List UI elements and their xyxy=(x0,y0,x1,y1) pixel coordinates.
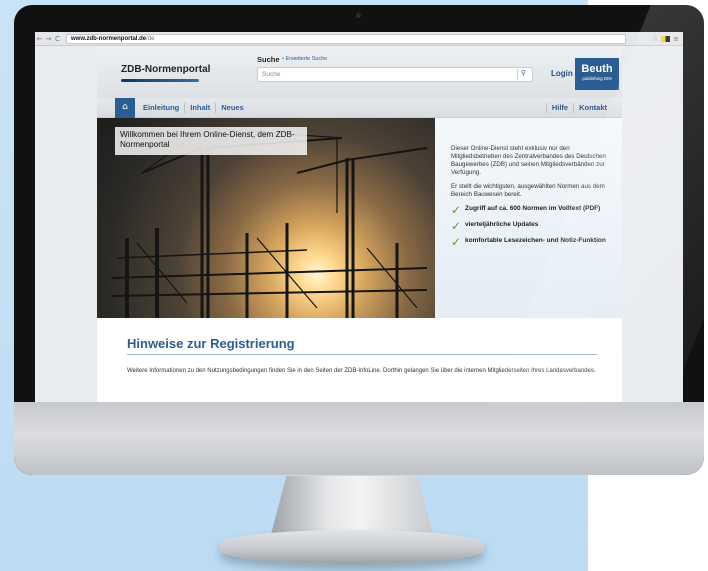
nav-right: Hilfe Kontakt xyxy=(545,102,612,113)
monitor-stand xyxy=(270,476,434,538)
site-header: ZDB-Normenportal Suche • Erweiterte Such… xyxy=(97,46,622,98)
registration-title: Hinweise zur Registrierung xyxy=(127,336,295,351)
check-icon: ✓ xyxy=(451,219,462,233)
home-icon[interactable]: ⌂ xyxy=(115,97,135,118)
feature-item: ✓ vierteljährliche Updates xyxy=(451,219,608,233)
search-icon[interactable]: ⚲ xyxy=(517,69,529,80)
feature-text: komfortable Lesezeichen- und Notiz-Funkt… xyxy=(465,237,606,244)
check-icon: ✓ xyxy=(451,203,462,217)
monitor-base xyxy=(220,530,484,564)
hero-paragraph-2: Er stellt die wichtigsten, ausgewählten … xyxy=(451,183,605,198)
bookmark-star-icon[interactable]: ☆ xyxy=(652,35,658,43)
construction-photo: Willkommen bei Ihrem Online-Dienst, dem … xyxy=(97,118,435,318)
url-path: /de xyxy=(146,35,155,42)
nav-item-einleitung[interactable]: Einleitung xyxy=(135,102,186,113)
feature-text: vierteljährliche Updates xyxy=(465,221,539,228)
hero-title: Willkommen bei Ihrem Online-Dienst, dem … xyxy=(115,127,307,155)
registration-text: Weitere Informationen zu den Nutzungsbed… xyxy=(127,368,596,374)
browser-menu-icon[interactable]: ≡ xyxy=(673,35,679,43)
camera-icon xyxy=(356,13,361,18)
hero-paragraph-1: Dieser Online-Dienst steht exklusiv nur … xyxy=(451,145,606,176)
screen: ← → C www.zdb-normenportal.de/de ☆ ≡ ZDB… xyxy=(35,32,683,402)
hero-info-panel: Dieser Online-Dienst steht exklusiv nur … xyxy=(435,118,622,318)
beuth-logo-sub: publishing DIN xyxy=(582,76,612,81)
beuth-logo[interactable]: Beuth publishing DIN xyxy=(575,58,619,90)
beuth-logo-name: Beuth xyxy=(581,63,613,75)
search-input[interactable]: Suche xyxy=(257,67,533,82)
nav-item-kontakt[interactable]: Kontakt xyxy=(574,103,612,113)
browser-toolbar: ← → C www.zdb-normenportal.de/de ☆ ≡ xyxy=(35,32,683,46)
reload-icon[interactable]: C xyxy=(53,35,62,43)
logo-underline xyxy=(121,79,199,82)
feature-item: ✓ Zugriff auf ca. 600 Normen im Volltext… xyxy=(451,203,608,217)
address-bar[interactable]: www.zdb-normenportal.de/de xyxy=(66,33,626,44)
url-host: www.zdb-normenportal.de xyxy=(71,35,147,42)
nav-item-inhalt[interactable]: Inhalt xyxy=(185,102,217,113)
feature-text: Zugriff auf ca. 600 Normen im Volltext (… xyxy=(465,205,601,212)
browser-icons: ☆ ≡ xyxy=(652,35,679,43)
advanced-search-link[interactable]: • Erweiterte Suche xyxy=(282,56,327,62)
feature-item: ✓ komfortable Lesezeichen- und Notiz-Fun… xyxy=(451,235,608,249)
registration-divider xyxy=(127,354,597,355)
forward-icon[interactable]: → xyxy=(44,35,53,43)
main-nav: ⌂ Einleitung Inhalt Neues Hilfe Kontakt xyxy=(97,97,622,118)
nav-item-neues[interactable]: Neues xyxy=(216,103,249,113)
hero-section: Willkommen bei Ihrem Online-Dienst, dem … xyxy=(97,118,622,318)
web-page: ZDB-Normenportal Suche • Erweiterte Such… xyxy=(97,46,622,402)
check-icon: ✓ xyxy=(451,235,462,249)
monitor: ← → C www.zdb-normenportal.de/de ☆ ≡ ZDB… xyxy=(14,5,704,475)
search-label: Suche xyxy=(257,55,280,64)
nav-item-hilfe[interactable]: Hilfe xyxy=(545,102,575,113)
site-logo[interactable]: ZDB-Normenportal xyxy=(121,64,210,75)
back-icon[interactable]: ← xyxy=(35,35,44,43)
login-link[interactable]: Login xyxy=(551,69,573,78)
monitor-chin xyxy=(14,402,704,475)
extension-icon[interactable] xyxy=(661,35,671,42)
